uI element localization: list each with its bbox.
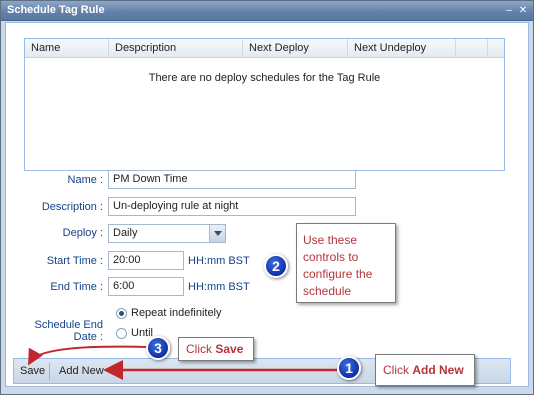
annotation-arrows xyxy=(28,345,337,380)
arrow-to-save xyxy=(28,345,147,366)
